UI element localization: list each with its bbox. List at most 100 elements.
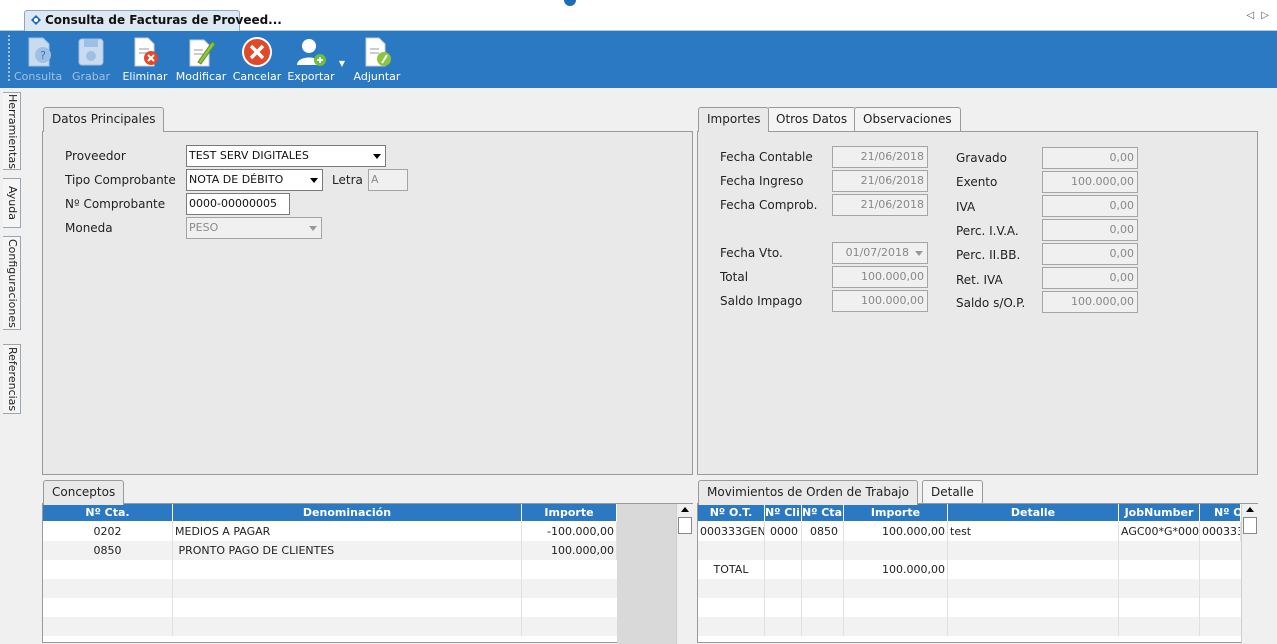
column-header-detalle[interactable]: Detalle [948, 504, 1119, 521]
exportar-dropdown-button[interactable]: ▼ [337, 31, 347, 88]
cell-nro-cta: 0850 [43, 541, 173, 560]
column-header-nro-cta[interactable]: Nº Cta. [43, 504, 173, 521]
scroll-thumb[interactable] [678, 517, 692, 534]
document-tab[interactable]: Consulta de Facturas de Proveed... [24, 10, 282, 31]
chevron-down-icon [373, 154, 381, 159]
scroll-up-icon[interactable] [1246, 507, 1254, 512]
perc-iibb-field[interactable]: 0,00 [1042, 243, 1138, 265]
cell-denominacion: PRONTO PAGO DE CLIENTES [173, 541, 522, 560]
fecha-vto-label: Fecha Vto. [720, 246, 783, 260]
saldo-op-field[interactable]: 100.000,00 [1042, 291, 1138, 313]
total-row: TOTAL 100.000,00 [698, 560, 1241, 579]
iva-field[interactable]: 0,00 [1042, 195, 1138, 217]
proveedor-select[interactable]: TEST SERV DIGITALES [186, 145, 386, 167]
table-row[interactable]: 0850 PRONTO PAGO DE CLIENTES 100.000,00 [43, 541, 617, 560]
tab-otros-datos[interactable]: Otros Datos [767, 107, 857, 131]
side-tab-referencias[interactable]: Referencias [3, 344, 21, 414]
fecha-vto-select[interactable]: 01/07/2018 [832, 242, 928, 264]
cell-importe: 100.000,00 [844, 522, 948, 541]
cell-denominacion: MEDIOS A PAGAR [173, 522, 522, 541]
cell-importe: 100.000,00 [522, 541, 617, 560]
saldo-impago-field[interactable]: 100.000,00 [832, 290, 928, 312]
document-delete-icon [134, 37, 158, 67]
tab-scroll-arrows[interactable]: ◁ ▷ [1246, 10, 1271, 21]
document-edit-icon [189, 39, 216, 67]
fecha-ingreso-field[interactable]: 21/06/2018 [832, 170, 928, 192]
total-field[interactable]: 100.000,00 [832, 266, 928, 288]
table-row[interactable]: 0202 MEDIOS A PAGAR -100.000,00 [43, 522, 617, 541]
tab-importes[interactable]: Importes [698, 107, 770, 132]
cell-importe: -100.000,00 [522, 522, 617, 541]
conceptos-grid: Nº Cta. Denominación Importe 0202 MEDIOS… [42, 503, 693, 644]
tab-conceptos[interactable]: Conceptos [43, 480, 125, 505]
column-header-importe[interactable]: Importe [522, 504, 617, 521]
table-row [698, 541, 1241, 560]
column-header-nro-o[interactable]: Nº O [1200, 504, 1241, 521]
cancel-icon [242, 37, 272, 67]
side-tab-herramientas[interactable]: Herramientas [3, 92, 21, 170]
table-row [698, 617, 1241, 636]
grabar-button[interactable]: Grabar [68, 31, 114, 88]
chevron-down-icon [310, 178, 318, 183]
scroll-thumb[interactable] [1243, 517, 1257, 534]
total-label: TOTAL [698, 560, 765, 579]
column-header-importe[interactable]: Importe [844, 504, 948, 521]
toolbar-grip[interactable] [8, 35, 11, 81]
letra-field[interactable]: A [368, 169, 408, 191]
table-row[interactable]: 000333GENE 0000 0850 100.000,00 test AGC… [698, 522, 1241, 541]
user-export-icon [297, 39, 326, 66]
tab-movimientos-ot[interactable]: Movimientos de Orden de Trabajo [698, 480, 918, 505]
document-question-icon: ? [28, 37, 51, 67]
table-row [43, 617, 617, 636]
fecha-comprob-field[interactable]: 21/06/2018 [832, 194, 928, 216]
side-tab-configuraciones[interactable]: Configuraciones [3, 236, 21, 330]
movimientos-scrollbar[interactable] [1241, 504, 1258, 644]
tipo-comprobante-select[interactable]: NOTA DE DÉBITO [186, 169, 323, 191]
cell-nro-cli: 0000 [765, 522, 802, 541]
exento-field[interactable]: 100.000,00 [1042, 171, 1138, 193]
consulta-button[interactable]: ? Consulta [14, 31, 62, 88]
movimientos-grid-header: Nº O.T. Nº Cli. Nº Cta. Importe Detalle … [698, 504, 1241, 521]
column-header-nro-cli[interactable]: Nº Cli. [765, 504, 802, 521]
column-header-nro-ot[interactable]: Nº O.T. [698, 504, 765, 521]
eliminar-button[interactable]: Eliminar [122, 31, 168, 88]
conceptos-scrollbar[interactable] [676, 504, 693, 644]
fecha-ingreso-label: Fecha Ingreso [720, 174, 804, 188]
ret-iva-field[interactable]: 0,00 [1042, 267, 1138, 289]
tipo-comprobante-label: Tipo Comprobante [65, 173, 176, 187]
tab-observaciones[interactable]: Observaciones [854, 107, 961, 131]
movimientos-grid: Nº O.T. Nº Cli. Nº Cta. Importe Detalle … [697, 503, 1258, 644]
table-row [43, 560, 617, 579]
tab-detalle[interactable]: Detalle [922, 480, 983, 504]
nro-comprobante-field[interactable]: 0000-00000005 [186, 193, 290, 215]
table-row [43, 598, 617, 617]
adjuntar-button[interactable]: Adjuntar [352, 31, 402, 88]
tab-datos-principales[interactable]: Datos Principales [43, 107, 165, 132]
moneda-label: Moneda [65, 221, 113, 235]
exportar-button[interactable]: Exportar [287, 31, 335, 88]
cancelar-button[interactable]: Cancelar [232, 31, 282, 88]
cell-nro-cta: 0850 [802, 522, 844, 541]
toolbar: ? Consulta Grabar Eliminar Modificar Can… [0, 31, 1277, 88]
side-tab-ayuda[interactable]: Ayuda [3, 178, 21, 228]
fecha-contable-field[interactable]: 21/06/2018 [832, 146, 928, 168]
ret-iva-label: Ret. IVA [956, 273, 1003, 287]
chevron-down-icon: ▼ [338, 59, 346, 68]
table-row [698, 579, 1241, 598]
saldo-op-label: Saldo s/O.P. [956, 296, 1026, 310]
moneda-select[interactable]: PESO [186, 217, 322, 239]
cell-nro-cta: 0202 [43, 522, 173, 541]
column-header-jobnumber[interactable]: JobNumber [1119, 504, 1200, 521]
table-row [43, 579, 617, 598]
proveedor-label: Proveedor [65, 149, 126, 163]
scroll-up-icon[interactable] [681, 507, 689, 512]
conceptos-grid-header: Nº Cta. Denominación Importe [43, 504, 617, 521]
column-header-denominacion[interactable]: Denominación [173, 504, 522, 521]
column-header-nro-cta[interactable]: Nº Cta. [802, 504, 844, 521]
importes-panel: Fecha Contable 21/06/2018 Fecha Ingreso … [697, 131, 1258, 475]
modificar-button[interactable]: Modificar [175, 31, 227, 88]
attach-icon [365, 37, 391, 67]
perc-iva-field[interactable]: 0,00 [1042, 219, 1138, 241]
gravado-field[interactable]: 0,00 [1042, 147, 1138, 169]
perc-iibb-label: Perc. II.BB. [956, 248, 1021, 262]
